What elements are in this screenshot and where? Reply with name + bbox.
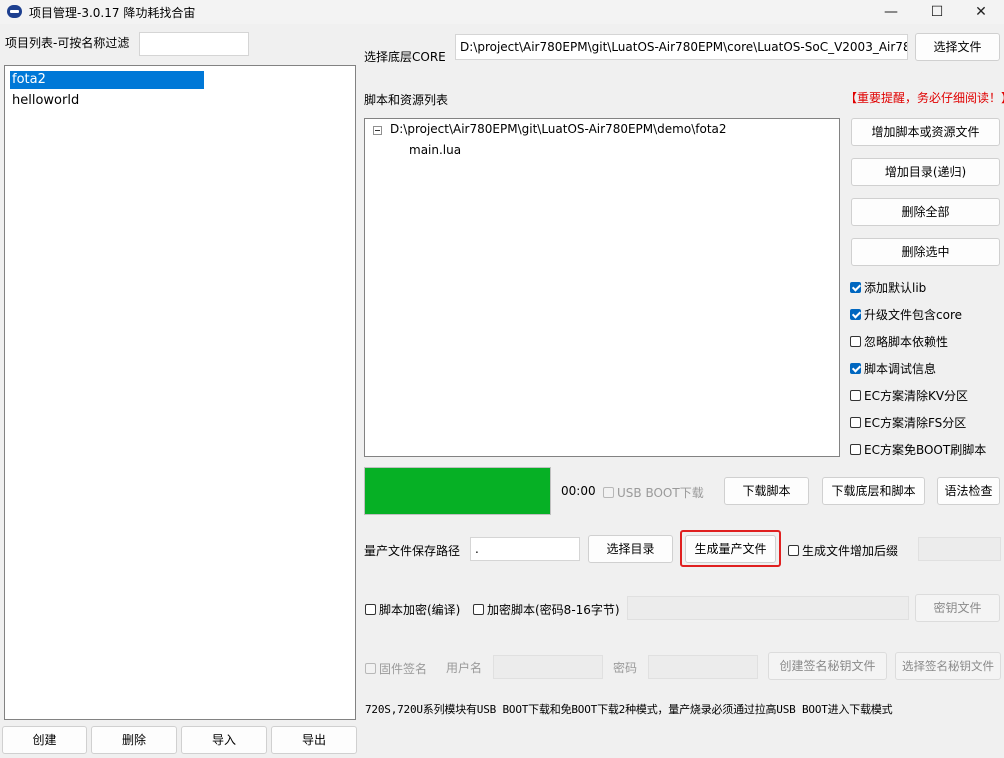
collapse-icon[interactable] [373, 126, 382, 135]
checkbox-icon[interactable] [850, 417, 861, 428]
checkbox-icon[interactable] [850, 363, 861, 374]
window-title: 项目管理-3.0.17 降功耗找合宙 [29, 6, 196, 20]
checkbox-icon[interactable] [365, 604, 376, 615]
encrypt-with-key-option[interactable]: 加密脚本(密码8-16字节) [473, 601, 620, 618]
encrypt-with-key-label: 加密脚本(密码8-16字节) [487, 603, 620, 617]
add-directory-button[interactable]: 增加目录(递归) [851, 158, 1000, 186]
option-label: EC方案免BOOT刷脚本 [864, 443, 987, 457]
username-input[interactable] [493, 655, 603, 679]
maximize-icon[interactable]: ☐ [914, 0, 960, 24]
script-list-label: 脚本和资源列表 [364, 93, 449, 107]
checkbox-icon [365, 663, 376, 674]
script-tree[interactable]: D:\project\Air780EPM\git\LuatOS-Air780EP… [364, 118, 840, 457]
footer-note: 720S,720U系列模块有USB BOOT下载和免BOOT下载2种模式，量产烧… [365, 703, 893, 716]
tree-root-folder[interactable]: D:\project\Air780EPM\git\LuatOS-Air780EP… [390, 122, 727, 136]
delete-all-button[interactable]: 删除全部 [851, 198, 1000, 226]
usb-boot-label: USB BOOT下载 [617, 486, 704, 500]
option-ec-clear-kv[interactable]: EC方案清除KV分区 [850, 387, 968, 404]
password-input[interactable] [648, 655, 758, 679]
select-sign-key-button[interactable]: 选择签名秘钥文件 [895, 652, 1001, 680]
username-label: 用户名 [446, 661, 483, 675]
core-label: 选择底层CORE [364, 50, 446, 64]
project-item-fota2[interactable]: fota2 [10, 71, 204, 89]
download-progress-bar [364, 467, 551, 515]
option-label: EC方案清除FS分区 [864, 416, 967, 430]
option-ignore-dependency[interactable]: 忽略脚本依赖性 [850, 333, 948, 350]
syntax-check-button[interactable]: 语法检查 [937, 477, 1000, 505]
delete-project-button[interactable]: 删除 [91, 726, 177, 754]
tree-file-item[interactable]: main.lua [409, 143, 461, 157]
checkbox-icon[interactable] [850, 444, 861, 455]
option-add-default-lib[interactable]: 添加默认lib [850, 279, 926, 296]
option-upgrade-include-core[interactable]: 升级文件包含core [850, 306, 962, 323]
project-item-helloworld[interactable]: helloworld [10, 92, 79, 110]
project-filter-label: 项目列表-可按名称过滤 [5, 36, 130, 50]
select-directory-button[interactable]: 选择目录 [588, 535, 673, 563]
export-project-button[interactable]: 导出 [271, 726, 357, 754]
add-suffix-option[interactable]: 生成文件增加后缀 [788, 542, 898, 559]
download-script-button[interactable]: 下载脚本 [724, 477, 809, 505]
password-label: 密码 [613, 661, 638, 675]
progress-fill [365, 468, 550, 514]
delete-selected-button[interactable]: 删除选中 [851, 238, 1000, 266]
checkbox-icon[interactable] [788, 545, 799, 556]
firmware-sign-option: 固件签名 [365, 660, 427, 677]
checkbox-icon[interactable] [850, 309, 861, 320]
important-notice-link[interactable]: 【重要提醒，务必仔细阅读！】 [845, 89, 1004, 106]
option-ec-no-boot[interactable]: EC方案免BOOT刷脚本 [850, 441, 986, 458]
mass-production-path-label: 量产文件保存路径 [364, 544, 461, 558]
core-path-input[interactable]: D:\project\Air780EPM\git\LuatOS-Air780EP… [455, 34, 908, 60]
option-label: 添加默认lib [864, 281, 927, 295]
project-list[interactable]: fota2 helloworld [4, 65, 356, 720]
select-core-file-button[interactable]: 选择文件 [915, 33, 1000, 61]
firmware-sign-label: 固件签名 [379, 662, 428, 676]
checkbox-icon[interactable] [850, 282, 861, 293]
option-label: 忽略脚本依赖性 [864, 335, 949, 349]
encryption-key-input[interactable] [627, 596, 909, 620]
checkbox-icon[interactable] [850, 390, 861, 401]
key-file-button[interactable]: 密钥文件 [915, 594, 1000, 622]
checkbox-icon[interactable] [473, 604, 484, 615]
generate-mass-production-file-button[interactable]: 生成量产文件 [685, 535, 776, 563]
option-label: EC方案清除KV分区 [864, 389, 969, 403]
option-ec-clear-fs[interactable]: EC方案清除FS分区 [850, 414, 966, 431]
elapsed-time: 00:00 [561, 484, 596, 498]
add-suffix-label: 生成文件增加后缀 [802, 544, 899, 558]
option-debug-info[interactable]: 脚本调试信息 [850, 360, 936, 377]
import-project-button[interactable]: 导入 [181, 726, 267, 754]
project-filter-input[interactable] [139, 32, 249, 56]
minimize-icon[interactable]: — [868, 0, 914, 24]
create-sign-key-button[interactable]: 创建签名秘钥文件 [768, 652, 887, 680]
option-label: 升级文件包含core [864, 308, 962, 322]
usb-boot-download-option: USB BOOT下载 [603, 484, 704, 501]
mass-production-path-input[interactable]: . [470, 537, 580, 561]
checkbox-icon [603, 487, 614, 498]
close-icon[interactable]: ✕ [958, 0, 1004, 24]
script-encrypt-label: 脚本加密(编译) [379, 603, 461, 617]
create-project-button[interactable]: 创建 [2, 726, 87, 754]
download-core-and-script-button[interactable]: 下载底层和脚本 [822, 477, 925, 505]
add-script-button[interactable]: 增加脚本或资源文件 [851, 118, 1000, 146]
app-logo-icon [7, 5, 22, 18]
checkbox-icon[interactable] [850, 336, 861, 347]
suffix-input[interactable] [918, 537, 1001, 561]
script-encrypt-option[interactable]: 脚本加密(编译) [365, 601, 460, 618]
option-label: 脚本调试信息 [864, 362, 937, 376]
